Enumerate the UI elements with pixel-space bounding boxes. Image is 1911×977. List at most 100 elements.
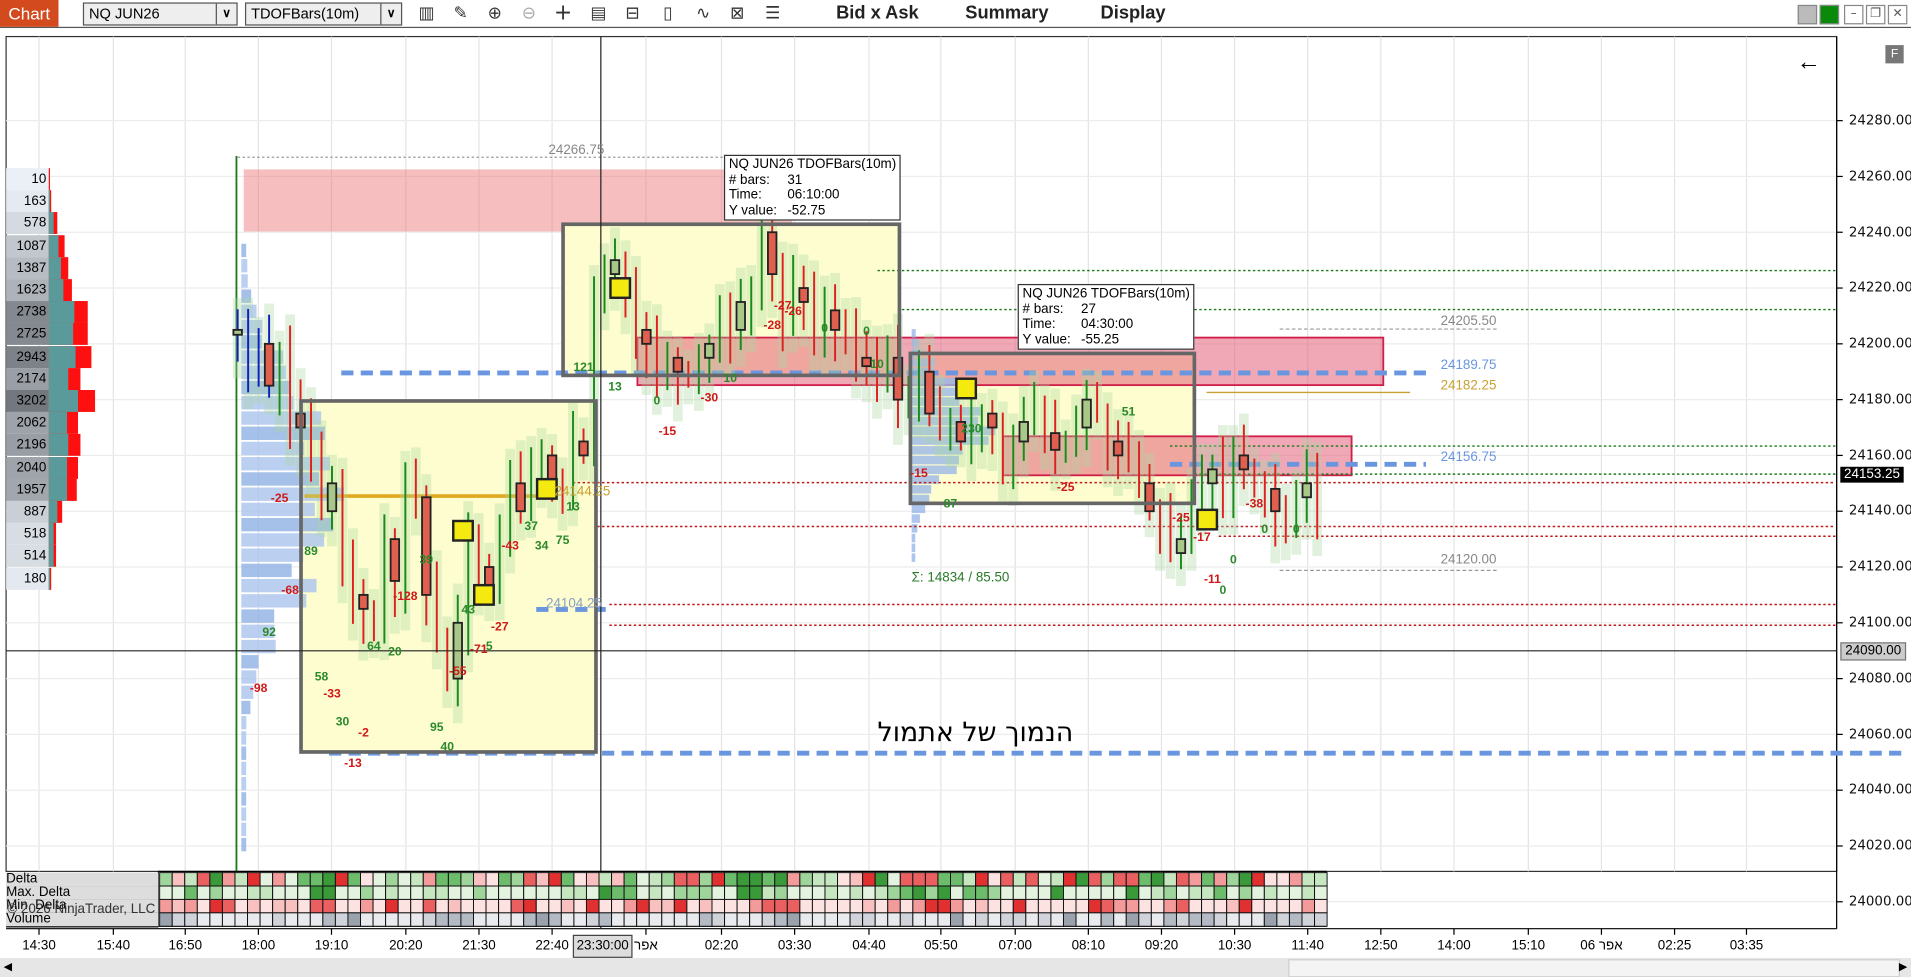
heatmap-cell xyxy=(924,885,939,900)
volume-profile-bar xyxy=(241,655,259,669)
restore-button[interactable]: ❐ xyxy=(1865,4,1886,25)
f-button[interactable]: F xyxy=(1885,45,1904,64)
heatmap-cell xyxy=(724,872,738,887)
bar-type-selector[interactable]: TDOFBars(10m) ∨ xyxy=(244,2,403,26)
time-tick-label: 20:20 xyxy=(389,938,423,954)
time-tick-label: 22:40 xyxy=(535,938,569,954)
heatmap-cell xyxy=(1037,885,1052,900)
heatmap-cell xyxy=(849,885,864,900)
heatmap-cell xyxy=(372,885,387,900)
heatmap-cell xyxy=(560,872,575,887)
indicators-icon[interactable]: ▯ xyxy=(656,1,680,25)
heatmap-cell xyxy=(309,912,324,927)
price-chart[interactable]: -98 92 -68 -25 89 58 -33 30 -2 -13 64 20 -128 95 40 -55… xyxy=(0,28,1911,977)
candle-body xyxy=(326,482,338,513)
tooltip-time-label: Time: xyxy=(728,187,762,203)
instrument-selector[interactable]: NQ JUN26 ∨ xyxy=(82,2,238,26)
zoom-in-icon[interactable]: ⊕ xyxy=(483,1,507,25)
scrollbar-thumb[interactable] xyxy=(1288,959,1901,977)
candle-body xyxy=(578,440,589,457)
delta-label: 30 xyxy=(336,714,350,728)
pencil-icon[interactable]: ✎ xyxy=(449,1,473,25)
heatmap-cell xyxy=(1288,872,1303,887)
heatmap-cell xyxy=(221,872,236,887)
heatmap-cell xyxy=(987,885,1002,900)
heatmap-cell xyxy=(811,885,826,900)
chart-trader-icon[interactable]: ⊠ xyxy=(725,1,749,25)
heatmap-cell xyxy=(1238,912,1253,927)
heatmap-cell xyxy=(686,898,700,914)
delta-label: -28 xyxy=(763,318,781,332)
heatmap-cell xyxy=(648,912,663,927)
volume-ladder-row: 2738 xyxy=(6,301,49,324)
heatmap-cell xyxy=(548,872,562,887)
candle-body xyxy=(609,259,621,276)
menu-summary[interactable]: Summary xyxy=(965,2,1048,23)
heatmap-cell xyxy=(661,898,675,914)
heatmap-cell xyxy=(1100,912,1115,927)
volume-ladder-row: 1957 xyxy=(6,478,49,501)
heatmap-cell xyxy=(937,872,951,887)
level-price-label: 24266.75 xyxy=(548,142,604,157)
heatmap-cell xyxy=(322,912,336,927)
buy-volume-bar xyxy=(48,478,67,501)
time-tick-label: 03:35 xyxy=(1729,938,1764,954)
list-icon[interactable]: ☰ xyxy=(761,1,785,25)
volume-ladder-row: 3202 xyxy=(6,390,49,412)
bar-spacing-icon[interactable]: ▥ xyxy=(414,1,438,25)
delta-label: -17 xyxy=(1193,530,1211,544)
buy-volume-bar xyxy=(48,279,64,302)
crosshair-time-marker: 23:30:00 xyxy=(572,934,633,958)
back-arrow-icon[interactable]: ← xyxy=(1796,49,1820,77)
heatmap-cell xyxy=(1075,898,1090,914)
heatmap-cell xyxy=(422,885,437,900)
heatmap-cell xyxy=(560,912,575,927)
heatmap-cell xyxy=(598,912,613,927)
candle-body xyxy=(641,328,652,345)
heatmap-cell xyxy=(1125,885,1140,900)
candle-body xyxy=(515,482,526,513)
heatmap-cell xyxy=(410,872,424,887)
data-box-icon[interactable]: ▤ xyxy=(586,1,610,25)
price-tick-label: 24180.00 xyxy=(1848,391,1911,407)
menu-bid-x-ask[interactable]: Bid x Ask xyxy=(836,2,919,23)
heatmap-cell xyxy=(196,898,211,914)
chevron-down-icon[interactable]: ∨ xyxy=(215,3,237,25)
heatmap-cell xyxy=(924,898,939,914)
heatmap-cell xyxy=(573,872,587,887)
heatmap-cell xyxy=(1050,872,1064,887)
green-status-button[interactable] xyxy=(1819,4,1840,25)
crosshair-icon[interactable]: + xyxy=(551,1,575,25)
chevron-down-icon[interactable]: ∨ xyxy=(380,3,401,25)
gray-status-button[interactable] xyxy=(1797,4,1818,25)
heatmap-cell xyxy=(334,912,349,927)
heatmap-cell xyxy=(1012,872,1027,887)
scroll-right-icon[interactable]: ▶ xyxy=(1899,962,1907,974)
heatmap-cell xyxy=(598,898,613,914)
horizontal-scrollbar[interactable]: ◀ ▶ xyxy=(0,957,1911,977)
zoom-out-icon[interactable]: ⊖ xyxy=(517,1,541,25)
properties-icon[interactable]: ⊟ xyxy=(620,1,644,25)
strategies-icon[interactable]: ∿ xyxy=(691,1,715,25)
heatmap-cell xyxy=(1062,872,1077,887)
close-button[interactable]: ✕ xyxy=(1887,4,1908,25)
menu-display[interactable]: Display xyxy=(1101,2,1166,23)
candle-body xyxy=(829,309,841,331)
poc-marker xyxy=(609,277,632,300)
heatmap-cell xyxy=(585,885,600,900)
heatmap-cell xyxy=(184,885,198,900)
heatmap-cell xyxy=(1263,912,1278,927)
heatmap-cell xyxy=(837,872,851,887)
candle-body xyxy=(232,328,243,336)
scroll-left-icon[interactable]: ◀ xyxy=(4,962,12,974)
volume-profile-bar xyxy=(241,578,317,593)
minimize-button[interactable]: – xyxy=(1843,4,1864,25)
chart-tab[interactable]: Chart xyxy=(0,0,59,27)
heatmap-cell xyxy=(221,898,236,914)
heatmap-cell xyxy=(1263,885,1278,900)
tooltip-y-label: Y value: xyxy=(728,202,778,218)
price-tick-label: 24100.00 xyxy=(1848,614,1911,631)
heatmap-cell xyxy=(799,912,813,927)
heatmap-cell xyxy=(1175,912,1190,927)
heatmap-cell xyxy=(950,912,964,927)
